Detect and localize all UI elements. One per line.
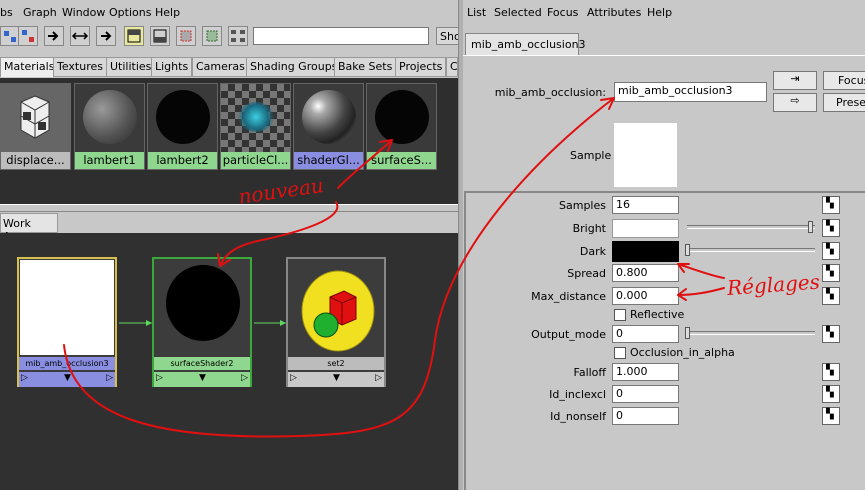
checker-icon: ▚ xyxy=(826,409,834,420)
output-arrow-icon: ⇨ xyxy=(790,94,800,107)
bright-slider-track[interactable] xyxy=(687,225,815,229)
dark-color-swatch[interactable] xyxy=(612,241,679,262)
checker-icon: ▚ xyxy=(826,289,834,300)
bright-map-button[interactable]: ▚ xyxy=(822,219,840,237)
bright-label: Bright xyxy=(572,222,606,235)
menu-help[interactable]: Help xyxy=(647,6,672,19)
connection-arrow xyxy=(280,320,286,326)
checker-icon: ▚ xyxy=(826,198,834,209)
focus-output-button[interactable]: ⇨ xyxy=(773,93,817,112)
menu-selected[interactable]: Selected xyxy=(494,6,542,19)
bright-slider-handle[interactable] xyxy=(808,221,813,233)
samples-map-button[interactable]: ▚ xyxy=(822,196,840,214)
falloff-label: Falloff xyxy=(573,366,606,379)
bright-color-swatch[interactable] xyxy=(612,219,679,238)
output-mode-map-button[interactable]: ▚ xyxy=(822,325,840,343)
checker-icon: ▚ xyxy=(826,327,834,338)
checker-icon: ▚ xyxy=(826,365,834,376)
sample-swatch xyxy=(614,123,677,187)
reflective-checkbox[interactable] xyxy=(614,309,626,321)
focus-button[interactable]: Focus xyxy=(823,71,865,90)
sample-label: Sample xyxy=(570,149,612,162)
menu-focus[interactable]: Focus xyxy=(547,6,578,19)
spread-label: Spread xyxy=(567,267,606,280)
dark-map-button[interactable]: ▚ xyxy=(822,242,840,260)
node-name-field[interactable]: mib_amb_occlusion3 xyxy=(614,82,767,102)
max-distance-label: Max_distance xyxy=(531,290,606,303)
reflective-label: Reflective xyxy=(630,308,685,321)
occlusion-in-alpha-label: Occlusion_in_alpha xyxy=(630,346,735,359)
checker-icon: ▚ xyxy=(826,266,834,277)
spread-field[interactable]: 0.800 xyxy=(612,264,679,282)
attr-menubar: List Selected Focus Attributes Help xyxy=(463,0,865,24)
max-distance-field[interactable]: 0.000 xyxy=(612,287,679,305)
connection-arrow xyxy=(146,320,152,326)
presets-button[interactable]: Preset xyxy=(823,93,865,112)
id-inclexcl-map-button[interactable]: ▚ xyxy=(822,385,840,403)
output-mode-slider-track[interactable] xyxy=(687,331,815,335)
input-arrow-icon: ⇥ xyxy=(790,72,800,85)
output-mode-field[interactable]: 0 xyxy=(612,325,679,343)
max-distance-map-button[interactable]: ▚ xyxy=(822,287,840,305)
node-connections xyxy=(119,320,286,326)
id-inclexcl-label: Id_inclexcl xyxy=(549,388,606,401)
samples-label: Samples xyxy=(559,199,606,212)
id-inclexcl-field[interactable]: 0 xyxy=(612,385,679,403)
output-mode-label: Output_mode xyxy=(531,328,606,341)
samples-field[interactable]: 16 xyxy=(612,196,679,214)
dark-slider-handle[interactable] xyxy=(685,244,690,256)
menu-list[interactable]: List xyxy=(467,6,486,19)
id-nonself-field[interactable]: 0 xyxy=(612,407,679,425)
falloff-map-button[interactable]: ▚ xyxy=(822,363,840,381)
hypershade-panel: bs Graph Window Options Help Sho Materia… xyxy=(0,0,460,490)
node-name-label: mib_amb_occlusion: xyxy=(494,86,606,99)
checker-icon: ▚ xyxy=(826,221,834,232)
checker-icon: ▚ xyxy=(826,244,834,255)
dark-label: Dark xyxy=(579,245,606,258)
id-nonself-label: Id_nonself xyxy=(550,410,606,423)
output-mode-slider-handle[interactable] xyxy=(685,327,690,339)
focus-input-button[interactable]: ⇥ xyxy=(773,71,817,90)
menu-attributes[interactable]: Attributes xyxy=(587,6,641,19)
id-nonself-map-button[interactable]: ▚ xyxy=(822,407,840,425)
spread-map-button[interactable]: ▚ xyxy=(822,264,840,282)
falloff-field[interactable]: 1.000 xyxy=(612,363,679,381)
occlusion-in-alpha-checkbox[interactable] xyxy=(614,347,626,359)
attr-tab[interactable]: mib_amb_occlusion3 xyxy=(465,33,586,55)
dark-slider-track[interactable] xyxy=(687,248,815,252)
checker-icon: ▚ xyxy=(826,387,834,398)
